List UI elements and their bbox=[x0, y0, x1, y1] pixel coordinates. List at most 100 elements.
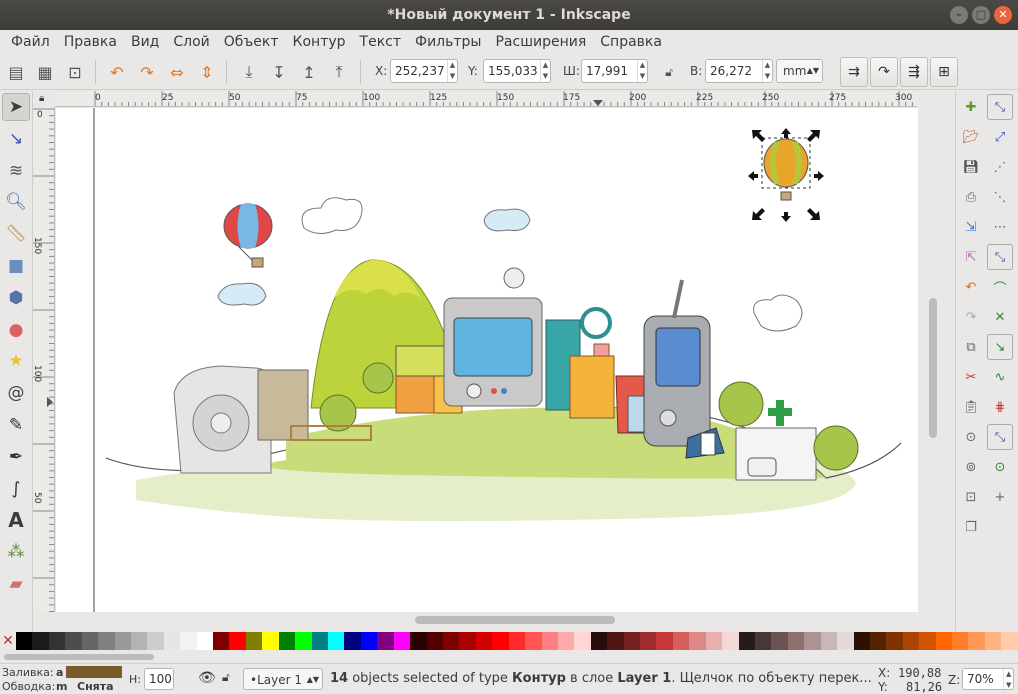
snap-cusp-icon[interactable]: ↘ bbox=[987, 334, 1013, 360]
spin-arrows-icon[interactable]: ▲ ▼ bbox=[636, 60, 647, 82]
color-swatch[interactable] bbox=[344, 632, 361, 650]
color-swatch[interactable] bbox=[722, 632, 739, 650]
spin-arrows-icon[interactable]: ▲ ▼ bbox=[539, 60, 550, 82]
vertical-scrollbar[interactable] bbox=[925, 108, 941, 612]
y-field[interactable]: ▲▼ bbox=[483, 59, 551, 83]
calligraphy-tool-icon[interactable]: ∫ bbox=[2, 475, 30, 503]
menu-layer[interactable]: Слой bbox=[166, 30, 216, 54]
color-swatch[interactable] bbox=[278, 632, 296, 650]
zoom-selection-icon[interactable]: ⊙ bbox=[958, 424, 984, 450]
color-swatch[interactable] bbox=[147, 632, 164, 650]
snap-others-icon[interactable]: ⤡ bbox=[987, 424, 1013, 450]
maximize-icon[interactable]: □ bbox=[972, 6, 990, 24]
color-swatch[interactable] bbox=[590, 632, 608, 650]
color-swatch[interactable] bbox=[541, 632, 558, 650]
color-swatch[interactable] bbox=[754, 632, 772, 650]
color-swatch[interactable] bbox=[623, 632, 641, 650]
zoom-drawing-icon[interactable]: ⊚ bbox=[958, 454, 984, 480]
color-swatch[interactable] bbox=[508, 632, 526, 650]
snap-smooth-icon[interactable]: ∿ bbox=[987, 364, 1013, 390]
color-swatch[interactable] bbox=[328, 632, 345, 650]
redo-icon[interactable]: ↷ bbox=[958, 304, 984, 330]
raise-to-top-icon[interactable]: ⤒ bbox=[326, 59, 352, 85]
pen-tool-icon[interactable]: ✒ bbox=[2, 443, 30, 471]
color-swatch[interactable] bbox=[295, 632, 312, 650]
x-field[interactable]: ▲▼ bbox=[390, 59, 458, 83]
import-icon[interactable]: ⇲ bbox=[958, 214, 984, 240]
menu-object[interactable]: Объект bbox=[217, 30, 286, 54]
color-swatch[interactable] bbox=[360, 632, 378, 650]
snap-path-icon[interactable]: ⌒ bbox=[987, 274, 1013, 300]
opacity-field[interactable] bbox=[144, 668, 174, 690]
color-swatch[interactable] bbox=[65, 632, 82, 650]
scroll-thumb[interactable] bbox=[415, 616, 615, 624]
menu-view[interactable]: Вид bbox=[124, 30, 166, 54]
text-tool-icon[interactable]: A bbox=[2, 506, 30, 534]
color-swatch[interactable] bbox=[640, 632, 657, 650]
color-swatch[interactable] bbox=[475, 632, 493, 650]
copy-icon[interactable]: ⧉ bbox=[958, 334, 984, 360]
palette-scrollbar[interactable] bbox=[0, 651, 1018, 663]
menu-file[interactable]: Файл bbox=[4, 30, 57, 54]
width-input[interactable] bbox=[582, 60, 637, 82]
color-swatch[interactable] bbox=[771, 632, 788, 650]
flip-horizontal-icon[interactable]: ⇔ bbox=[164, 59, 190, 85]
color-swatch[interactable] bbox=[705, 632, 723, 650]
color-swatch[interactable] bbox=[869, 632, 887, 650]
snap-rotation-center-icon[interactable]: + bbox=[987, 484, 1013, 510]
color-swatch[interactable] bbox=[492, 632, 509, 650]
color-swatch[interactable] bbox=[837, 632, 854, 650]
fill-swatch[interactable] bbox=[66, 666, 122, 678]
snap-midpoint-icon[interactable]: ⋕ bbox=[987, 394, 1013, 420]
snap-bbox-edge-icon[interactable]: ⋰ bbox=[987, 154, 1013, 180]
color-swatch[interactable] bbox=[196, 632, 214, 650]
opacity-input[interactable] bbox=[145, 669, 173, 689]
spin-arrows-icon[interactable]: ▲ ▼ bbox=[446, 60, 457, 82]
color-swatch[interactable] bbox=[902, 632, 920, 650]
color-swatch[interactable] bbox=[32, 632, 49, 650]
color-swatch[interactable] bbox=[98, 632, 115, 650]
color-swatch[interactable] bbox=[180, 632, 197, 650]
horizontal-scrollbar[interactable] bbox=[55, 612, 925, 630]
move-patterns-button[interactable]: ⊞ bbox=[930, 57, 958, 87]
color-swatch[interactable] bbox=[656, 632, 673, 650]
y-input[interactable] bbox=[484, 60, 540, 82]
spin-arrows-icon[interactable]: ▲ ▼ bbox=[1003, 669, 1013, 689]
star-tool-icon[interactable]: ★ bbox=[2, 347, 30, 375]
color-swatch[interactable] bbox=[229, 632, 246, 650]
ellipse-tool-icon[interactable]: ● bbox=[2, 316, 30, 344]
menu-text[interactable]: Текст bbox=[353, 30, 408, 54]
color-swatch[interactable] bbox=[952, 632, 969, 650]
color-swatch[interactable] bbox=[114, 632, 131, 650]
color-swatch[interactable] bbox=[163, 632, 181, 650]
color-swatch[interactable] bbox=[886, 632, 903, 650]
node-tool-icon[interactable]: ↘ bbox=[2, 125, 30, 153]
color-swatch[interactable] bbox=[574, 632, 591, 650]
scale-corners-button[interactable]: ↷ bbox=[870, 57, 898, 87]
color-swatch[interactable] bbox=[984, 632, 1002, 650]
color-swatch[interactable] bbox=[245, 632, 263, 650]
color-swatch[interactable] bbox=[442, 632, 460, 650]
x-input[interactable] bbox=[391, 60, 447, 82]
color-swatch[interactable] bbox=[48, 632, 66, 650]
snap-nodes-icon[interactable]: ⤡ bbox=[987, 244, 1013, 270]
rotate-ccw-icon[interactable]: ↶ bbox=[104, 59, 130, 85]
color-swatch[interactable] bbox=[820, 632, 838, 650]
print-icon[interactable]: ⎙ bbox=[958, 184, 984, 210]
color-swatch[interactable] bbox=[16, 632, 33, 650]
color-swatch[interactable] bbox=[130, 632, 148, 650]
pencil-tool-icon[interactable]: ✎ bbox=[2, 411, 30, 439]
move-gradients-button[interactable]: ⇶ bbox=[900, 57, 928, 87]
snap-center-icon[interactable]: ⊙ bbox=[987, 454, 1013, 480]
color-swatch[interactable] bbox=[853, 632, 870, 650]
3dbox-tool-icon[interactable]: ⬢ bbox=[2, 284, 30, 312]
deselect-icon[interactable]: ⊡ bbox=[62, 59, 88, 85]
color-swatch[interactable] bbox=[213, 632, 230, 650]
scroll-thumb[interactable] bbox=[4, 654, 154, 660]
color-swatch[interactable] bbox=[672, 632, 690, 650]
scale-stroke-button[interactable]: ⇉ bbox=[840, 57, 868, 87]
zoom-tool-icon[interactable]: 🔍︎ bbox=[2, 188, 30, 216]
close-icon[interactable]: ✕ bbox=[994, 6, 1012, 24]
eye-icon[interactable]: 👁︎ bbox=[198, 670, 216, 686]
color-swatch[interactable] bbox=[377, 632, 394, 650]
